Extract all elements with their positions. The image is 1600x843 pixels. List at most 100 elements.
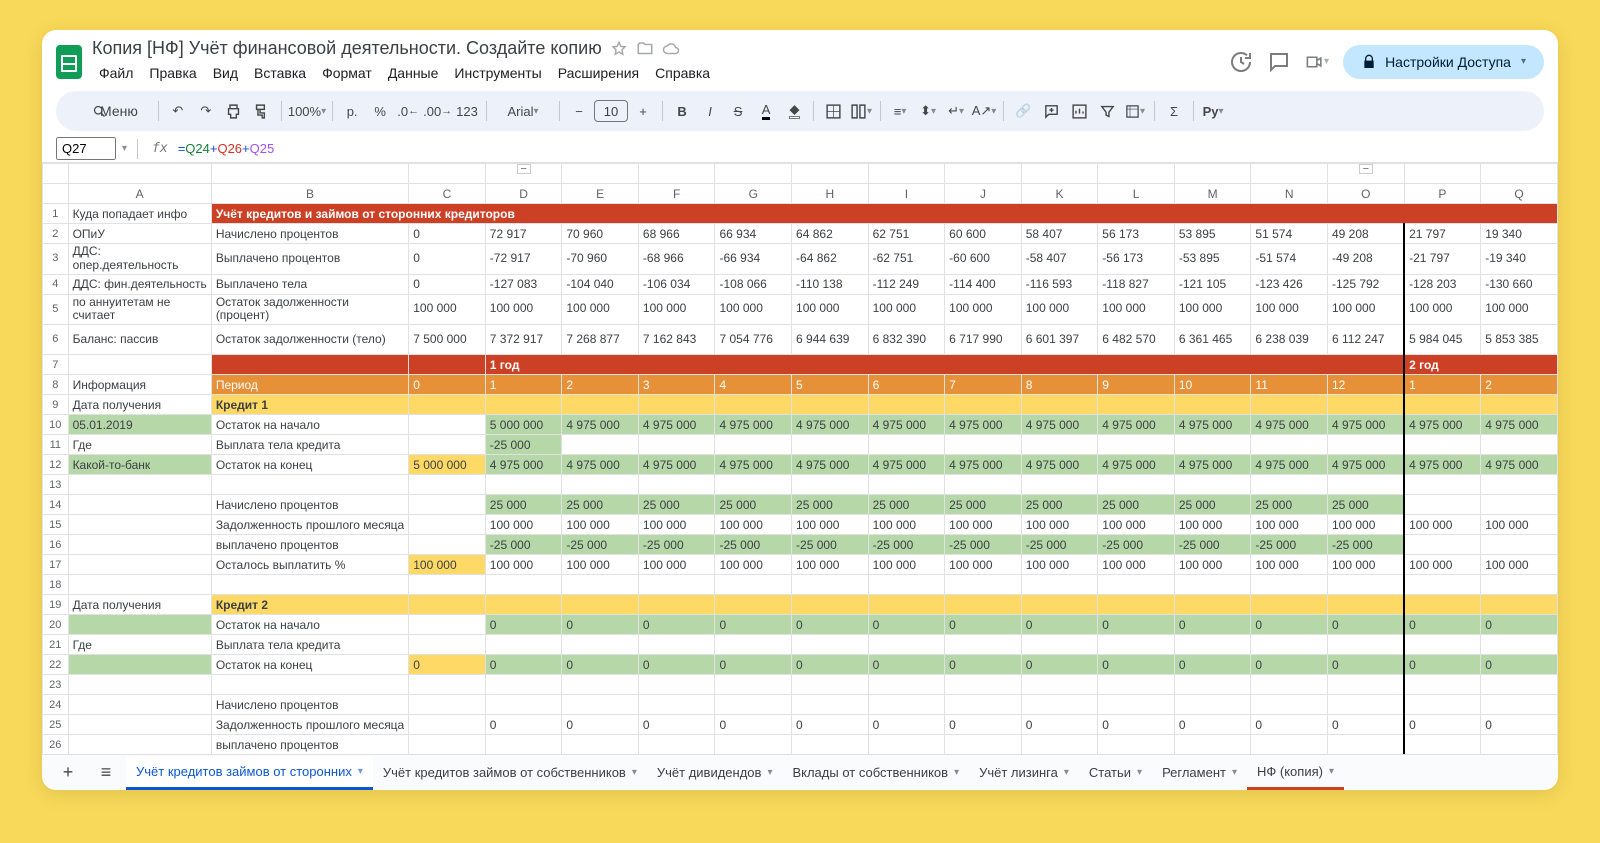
cell[interactable]: 4 975 000	[715, 455, 792, 475]
cell[interactable]: -53 895	[1174, 244, 1251, 275]
cell[interactable]: -72 917	[485, 244, 562, 275]
cell[interactable]: 7 054 776	[715, 325, 792, 355]
cell[interactable]	[409, 435, 486, 455]
col-header[interactable]: Q	[1481, 184, 1558, 204]
cell[interactable]: 100 000	[1098, 515, 1175, 535]
spreadsheet-grid[interactable]: −−ABCDEFGHIJKLMNOPQ1Куда попадает инфоУч…	[42, 163, 1558, 754]
cell[interactable]: 25 000	[562, 495, 639, 515]
row-header[interactable]: 24	[43, 695, 69, 715]
cell[interactable]	[868, 575, 945, 595]
cell[interactable]: 0	[792, 615, 869, 635]
cell[interactable]	[792, 595, 869, 615]
cell[interactable]: 0	[1174, 715, 1251, 735]
cell[interactable]: 4 975 000	[1251, 455, 1328, 475]
cell[interactable]	[1404, 595, 1481, 615]
functions-button[interactable]: Σ	[1161, 97, 1187, 125]
cell[interactable]	[1021, 635, 1098, 655]
cell[interactable]: 100 000	[1251, 294, 1328, 325]
cell[interactable]: -51 574	[1251, 244, 1328, 275]
cell[interactable]	[715, 435, 792, 455]
cell[interactable]	[562, 675, 639, 695]
cell[interactable]: 5 984 045	[1404, 325, 1481, 355]
cell[interactable]	[1251, 675, 1328, 695]
col-header[interactable]: L	[1098, 184, 1175, 204]
cell[interactable]	[562, 475, 639, 495]
cell[interactable]: 19 340	[1481, 224, 1558, 244]
cell[interactable]: 100 000	[1327, 555, 1404, 575]
cell[interactable]	[1327, 635, 1404, 655]
cell[interactable]: 100 000	[868, 515, 945, 535]
inc-font-size[interactable]: +	[630, 97, 656, 125]
row-header[interactable]: 10	[43, 415, 69, 435]
cell[interactable]	[715, 595, 792, 615]
cell[interactable]	[715, 635, 792, 655]
row-header[interactable]: 1	[43, 204, 69, 224]
currency-button[interactable]: р.	[339, 97, 365, 125]
cell[interactable]	[68, 695, 211, 715]
cell[interactable]: -130 660	[1481, 274, 1558, 294]
filter-views-button[interactable]: ▾	[1122, 97, 1148, 125]
cell[interactable]	[868, 435, 945, 455]
cell[interactable]	[562, 595, 639, 615]
cell[interactable]	[409, 515, 486, 535]
cell[interactable]: -25 000	[485, 435, 562, 455]
row-header[interactable]: 5	[43, 294, 69, 325]
cell[interactable]: -116 593	[1021, 274, 1098, 294]
extensions-menu[interactable]: Py ▾	[1200, 97, 1226, 125]
col-header[interactable]: B	[211, 184, 408, 204]
col-header[interactable]: I	[868, 184, 945, 204]
cell[interactable]	[1174, 595, 1251, 615]
cell[interactable]: 100 000	[1481, 515, 1558, 535]
cell[interactable]: 100 000	[715, 294, 792, 325]
cell[interactable]: -127 083	[485, 274, 562, 294]
cell[interactable]: 4 975 000	[638, 455, 715, 475]
cell[interactable]	[409, 715, 486, 735]
cell[interactable]: Дата получения	[68, 395, 211, 415]
name-box[interactable]	[56, 137, 116, 160]
cell[interactable]	[562, 435, 639, 455]
cell[interactable]: 0	[792, 655, 869, 675]
cell[interactable]: -49 208	[1327, 244, 1404, 275]
print-button[interactable]	[221, 97, 247, 125]
cell[interactable]: ДДС: опер.деятельность	[68, 244, 211, 275]
cell[interactable]: 8	[1021, 375, 1098, 395]
cell[interactable]	[1481, 675, 1558, 695]
row-header[interactable]: 9	[43, 395, 69, 415]
cell[interactable]: -118 827	[1098, 274, 1175, 294]
font-size-input[interactable]: 10	[594, 100, 628, 122]
cell[interactable]	[638, 475, 715, 495]
cell[interactable]	[1251, 575, 1328, 595]
cell[interactable]: выплачено процентов	[211, 735, 408, 754]
cell[interactable]	[409, 395, 486, 415]
menu-Файл[interactable]: Файл	[92, 61, 140, 85]
cell[interactable]	[792, 635, 869, 655]
cell[interactable]: 100 000	[945, 515, 1022, 535]
cell[interactable]	[792, 735, 869, 754]
cell[interactable]	[1174, 575, 1251, 595]
merge-button[interactable]: ▾	[848, 97, 874, 125]
borders-button[interactable]	[820, 97, 846, 125]
cell[interactable]	[868, 695, 945, 715]
cell[interactable]: 100 000	[715, 515, 792, 535]
cell[interactable]: 4 975 000	[1327, 455, 1404, 475]
row-header[interactable]: 17	[43, 555, 69, 575]
cell[interactable]: 6 601 397	[1021, 325, 1098, 355]
cell[interactable]	[68, 735, 211, 754]
cell[interactable]: 12	[1327, 375, 1404, 395]
cell[interactable]: 51 574	[1251, 224, 1328, 244]
cell[interactable]: 100 000	[1251, 555, 1328, 575]
cell[interactable]: 4 975 000	[1174, 415, 1251, 435]
cell[interactable]	[868, 595, 945, 615]
cell[interactable]: 5 000 000	[409, 455, 486, 475]
cell[interactable]: 0	[562, 615, 639, 635]
cell[interactable]: 4 975 000	[1481, 455, 1558, 475]
cell[interactable]	[409, 615, 486, 635]
col-header[interactable]: P	[1404, 184, 1481, 204]
cell[interactable]: 3	[638, 375, 715, 395]
cell[interactable]: -25 000	[868, 535, 945, 555]
cell[interactable]: 100 000	[485, 515, 562, 535]
cell[interactable]	[1251, 475, 1328, 495]
cell[interactable]	[1327, 435, 1404, 455]
cell[interactable]	[945, 635, 1022, 655]
cell[interactable]: -25 000	[1327, 535, 1404, 555]
